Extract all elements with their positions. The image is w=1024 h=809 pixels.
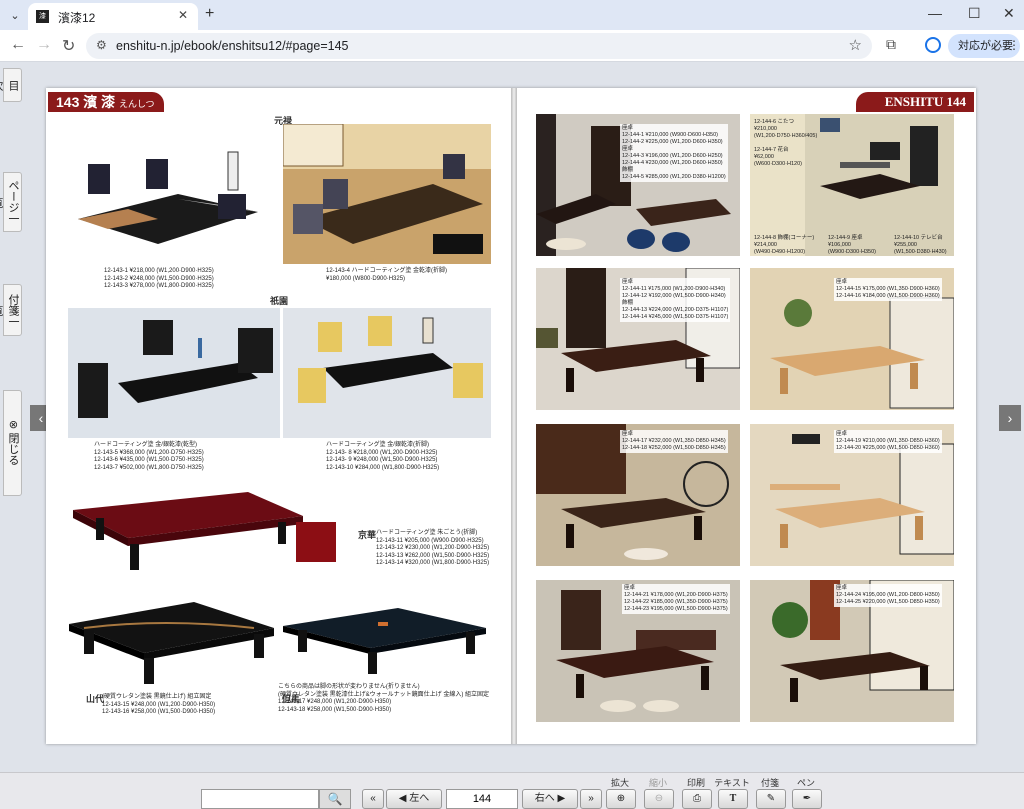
caption-143-11-14: ハードコーティング塗 朱ごとう(折脚) 12-143-11 ¥205,000 (… [376,530,490,566]
sidebar-close-tab[interactable]: ⊗ 閉じる [3,390,22,496]
label-144-21-23: 座卓 12-144-21 ¥178,000 (W1,200·D900·H375)… [622,584,730,614]
right-page-header: ENSHITU 144 [856,92,974,112]
sidebar-toc-tab[interactable]: 目次 [0,68,22,102]
tab-strip: ⌄ 漆 濱漆12 ✕ + — ☐ ✕ [0,0,1024,30]
caption-143-4: 12-143-4 ハードコーティング塗 金乾漆(折脚) ¥180,000 (W8… [326,268,447,282]
window-close-button[interactable]: ✕ [1003,5,1015,22]
caption-143-5-7: ハードコーティング塗 金/銀乾漆(乾型) 12-143-5 ¥368,000 (… [94,442,204,471]
new-tab-button[interactable]: + [205,5,214,23]
label-144-19-20: 座卓 12-144-19 ¥210,000 (W1,350·D850·H360)… [834,430,942,453]
browser-tab[interactable]: 漆 濱漆12 ✕ [28,3,198,30]
right-page-number: 144 [946,94,967,109]
profile-icon[interactable] [925,37,941,53]
print-icon[interactable]: ⎙ [682,789,712,809]
browser-toolbar: ← → ↻ ⚙ enshitu-n.jp/ebook/enshitsu12/#p… [0,30,1024,62]
zoom-out-icon[interactable]: ⊖ [644,789,674,809]
book-spine [511,88,517,744]
tab-close-icon[interactable]: ✕ [178,8,188,22]
zoom-in-icon[interactable]: ⊕ [606,789,636,809]
extensions-icon[interactable]: ⧉ [886,36,896,53]
text-label: テキスト [714,778,750,788]
text-icon[interactable]: T [718,789,748,809]
label-144-1-5: 座卓 12-144-1 ¥210,000 (W900·D600·H350) 12… [620,124,728,182]
search-input[interactable] [201,789,319,809]
last-page-button[interactable]: » [580,789,602,809]
product-swatch-keika [296,522,336,562]
left-page-header: 143 濱 漆 えんしつ [48,92,164,112]
caption-143-17-18: こちらの商品は脚の形状が変わりません(折りません) (硬質ウレタン塗装 黒乾漆仕… [278,684,490,713]
sidebar-pages-tab[interactable]: ページ一覧 [0,172,22,232]
forward-icon[interactable]: → [36,36,52,54]
next-page-button[interactable]: 右へ ▶ [522,789,578,809]
address-bar[interactable]: ⚙ enshitu-n.jp/ebook/enshitsu12/#page=14… [86,33,872,59]
label-144-11-14: 座卓 12-144-11 ¥175,000 (W1,200·D900·H340)… [620,278,731,322]
reload-icon[interactable]: ↻ [62,36,75,56]
viewer-controls: 🔍 « ◀ 左へ 144 右へ ▶ » 拡大 縮小 印刷 テキスト 付箋 ペン … [0,772,1024,809]
caption-143-8-10: ハードコーティング塗 金/銀乾漆(折脚) 12-143- 8 ¥218,000 … [326,442,440,471]
caption-143-1-3: 12-143-1 ¥218,000 (W1,200·D900·H325) 12-… [104,268,214,289]
minimize-button[interactable]: — [928,5,942,21]
product-photo-yamashiro [64,598,279,690]
first-page-button[interactable]: « [362,789,384,809]
zoom-out-label: 縮小 [648,778,667,788]
zoom-in-label: 拡大 [610,778,629,788]
product-photo-tajima [278,604,490,680]
label-144-10: 12-144-10 テレビ台 ¥255,000 (W1,500·D380·H43… [894,235,947,255]
product-photo-gion-cushions [283,308,491,438]
sticky-note-icon[interactable]: ✎ [756,789,786,809]
search-icon[interactable]: 🔍 [319,789,351,809]
product-photo-gion-chairs [68,308,280,438]
site-info-icon[interactable]: ⚙ [96,38,107,52]
section-keika: 京華 [358,530,377,540]
next-page-arrow[interactable]: › [999,405,1021,431]
product-photo-genroku-room [283,124,491,264]
page-number-field[interactable]: 144 [446,789,518,809]
sidebar-notes-tab[interactable]: 付箋一覧 [0,284,22,336]
label-144-24-25: 座卓 12-144-24 ¥195,000 (W1,200·D800·H350)… [834,584,942,607]
maximize-button[interactable]: ☐ [968,5,981,22]
product-photo-genroku-set [68,124,280,264]
tab-title: 濱漆12 [58,11,96,25]
label-144-8: 12-144-8 飾棚(コーナー) ¥214,000 (W490·D490·H1… [754,235,815,255]
label-144-17-18: 座卓 12-144-17 ¥232,000 (W1,350·D850·H345)… [620,430,728,453]
print-label: 印刷 [686,778,705,788]
sticky-label: 付箋 [760,778,779,788]
prev-page-button[interactable]: ◀ 左へ [386,789,442,809]
tab-search-icon[interactable]: ⌄ [6,7,24,25]
left-page-ruby: えんしつ [119,99,155,109]
ebook-spread: 143 濱 漆 えんしつ ENSHITU 144 元禄 12-143-1 ¥21… [46,88,976,744]
sidebar-close-label: 閉じる [7,432,19,466]
label-144-9: 12-144-9 座卓 ¥106,000 (W900·D300·H350) [828,235,876,255]
prev-label: 左へ [409,793,430,804]
product-photo-keika-table [68,488,308,580]
menu-icon[interactable]: ⋮ [1008,38,1020,52]
caption-143-15-16: (硬質ウレタン塗装 黒鏡仕上げ) 組立固定 12-143-15 ¥248,000… [102,694,216,715]
label-144-6-7: 12-144-6 こたつ ¥210,000 (W1,200·D750·H360/… [754,119,818,167]
pen-label: ペン [796,778,815,788]
close-icon: ⊗ [7,420,19,430]
back-icon[interactable]: ← [10,36,26,54]
brand-name: ENSHITU [884,94,944,109]
url-text: enshitu-n.jp/ebook/enshitsu12/#page=145 [116,39,349,53]
section-gion: 祇園 [270,296,289,306]
next-label: 右へ [534,793,555,804]
pen-icon[interactable]: ✒ [792,789,822,809]
favicon-icon: 漆 [36,10,49,23]
left-page-number: 143 [56,94,80,110]
bookmark-star-icon[interactable]: ☆ [849,36,862,54]
left-page-title: 濱 漆 [83,94,116,110]
label-144-15-16: 座卓 12-144-15 ¥175,000 (W1,350·D900·H360)… [834,278,942,301]
